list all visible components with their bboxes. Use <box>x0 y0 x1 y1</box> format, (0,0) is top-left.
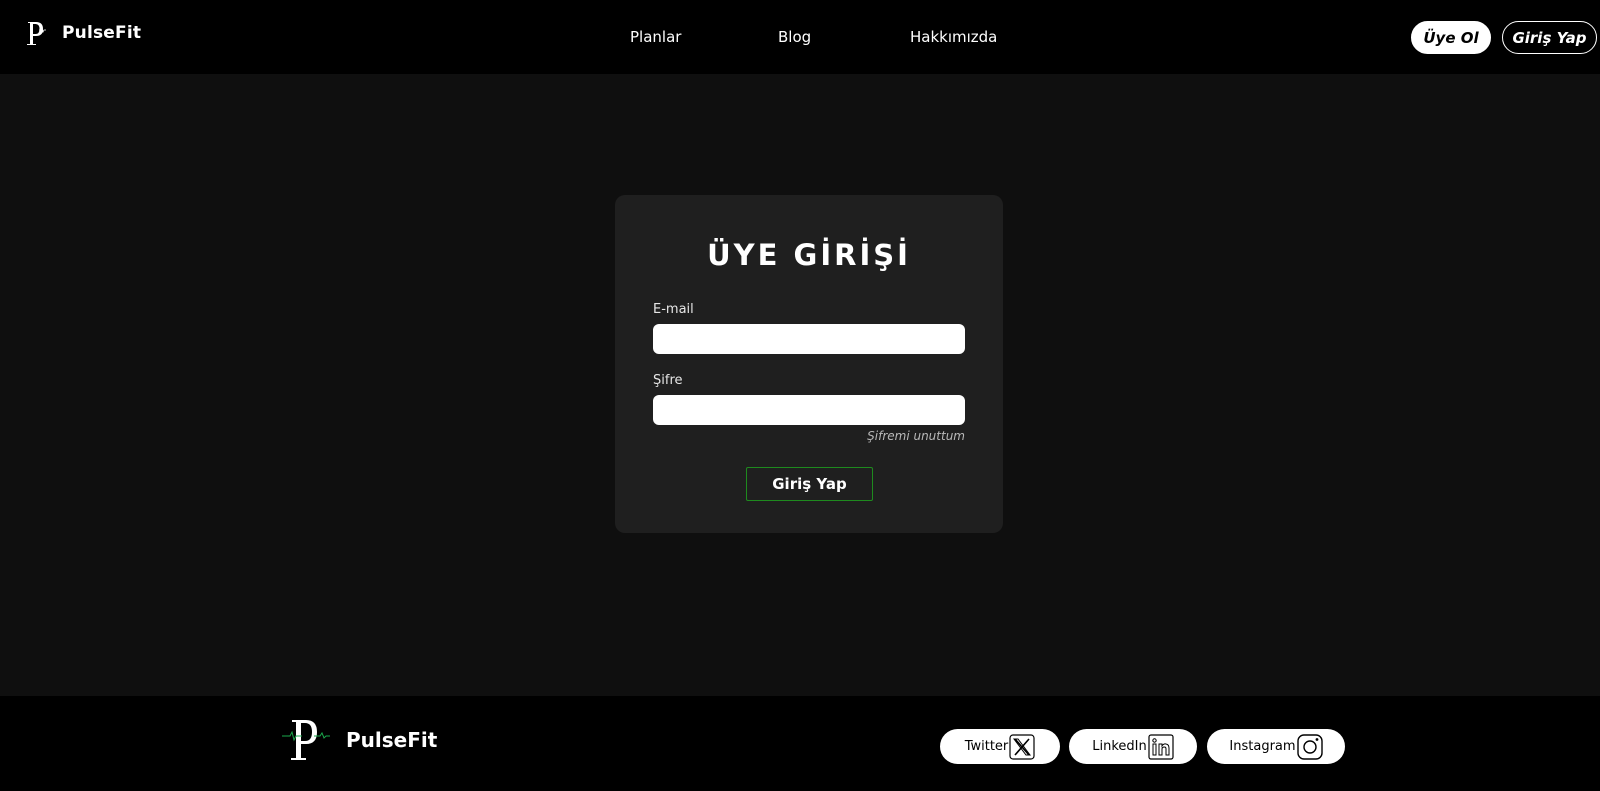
twitter-label: Twitter <box>964 739 1009 754</box>
login-title: ÜYE GİRİŞİ <box>707 238 911 272</box>
top-navbar: PulseFit Planlar Blog Hakkımızda Üye Ol … <box>0 0 1600 74</box>
header-login-button[interactable]: Giriş Yap <box>1502 21 1597 54</box>
forgot-password-link[interactable]: Şifremi unuttum <box>867 429 965 443</box>
nav-link-blog[interactable]: Blog <box>778 28 811 46</box>
footer-brand-name: PulseFit <box>346 728 438 752</box>
linkedin-icon <box>1148 733 1174 760</box>
x-icon <box>1009 733 1035 760</box>
password-label: Şifre <box>653 373 683 388</box>
linkedin-link[interactable]: LinkedIn <box>1069 729 1197 764</box>
footer-brand: PulseFit <box>282 716 437 764</box>
pulsefit-logo-icon <box>282 720 330 760</box>
password-input[interactable] <box>653 395 965 425</box>
brand[interactable]: PulseFit <box>25 18 141 48</box>
nav-link-hakkimizda[interactable]: Hakkımızda <box>910 28 997 46</box>
footer: PulseFit Twitter LinkedIn Instagram <box>0 696 1600 791</box>
login-card: ÜYE GİRİŞİ E-mail Şifre Şifremi unuttum … <box>615 195 1003 533</box>
pulsefit-logo-icon <box>27 22 46 45</box>
email-label: E-mail <box>653 302 694 317</box>
instagram-icon <box>1296 733 1323 760</box>
nav-link-planlar[interactable]: Planlar <box>630 28 681 46</box>
brand-name: PulseFit <box>62 23 142 43</box>
signup-button[interactable]: Üye Ol <box>1411 21 1491 54</box>
instagram-link[interactable]: Instagram <box>1207 729 1345 764</box>
linkedin-label: LinkedIn <box>1092 739 1147 754</box>
email-input[interactable] <box>653 324 965 354</box>
twitter-link[interactable]: Twitter <box>940 729 1060 764</box>
login-submit-button[interactable]: Giriş Yap <box>746 467 873 501</box>
instagram-label: Instagram <box>1229 739 1296 754</box>
